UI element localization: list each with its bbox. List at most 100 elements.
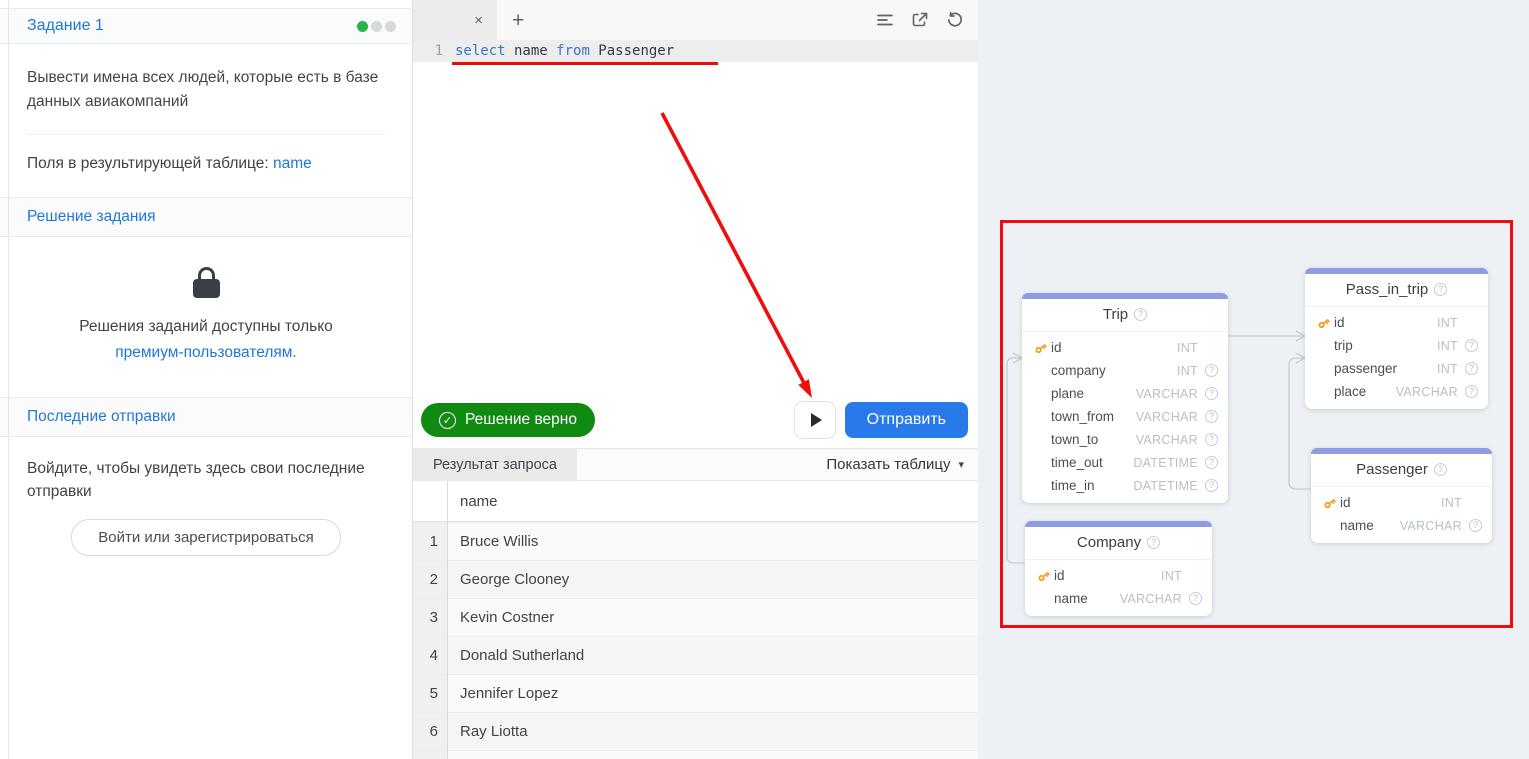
primary-key-icon <box>1319 496 1340 510</box>
table-row: 2 George Clooney <box>413 560 978 598</box>
table-row: 4 Donald Sutherland <box>413 636 978 674</box>
field-row: name VARCHAR ? <box>1025 587 1212 610</box>
field-help-icon[interactable]: ? <box>1469 519 1482 532</box>
table-help-icon[interactable]: ? <box>1434 463 1447 476</box>
close-tab-icon[interactable]: × <box>474 13 483 28</box>
row-number: 4 <box>413 637 447 674</box>
open-fullscreen-icon[interactable] <box>911 11 929 29</box>
row-number: 3 <box>413 599 447 636</box>
table-row: 6 Ray Liotta <box>413 712 978 750</box>
progress-dot-icon <box>371 21 382 32</box>
lock-icon <box>20 267 392 298</box>
table-help-icon[interactable]: ? <box>1147 536 1160 549</box>
show-table-dropdown[interactable]: Показать таблицу ▾ <box>826 456 964 473</box>
table-row: 1 Bruce Willis <box>413 522 978 560</box>
task-progress-dots <box>357 21 396 32</box>
premium-text: Решения заданий доступны только <box>79 318 333 335</box>
column-header-name: name <box>447 493 498 510</box>
table-title-passenger[interactable]: Passenger ? <box>1311 454 1492 487</box>
table-title-company[interactable]: Company ? <box>1025 527 1212 560</box>
field-row: time_in DATETIME ? <box>1022 474 1228 497</box>
field-row: company INT ? <box>1022 359 1228 382</box>
solution-correct-label: Решение верно <box>465 411 577 429</box>
table-title-pass-in-trip[interactable]: Pass_in_trip ? <box>1305 274 1488 307</box>
field-help-icon[interactable]: ? <box>1205 387 1218 400</box>
field-row: id INT <box>1025 564 1212 587</box>
task-header: Задание 1 <box>0 8 412 44</box>
login-hint: Войдите, чтобы увидеть здесь свои послед… <box>27 460 365 500</box>
format-code-icon[interactable] <box>876 11 894 29</box>
table-help-icon[interactable]: ? <box>1434 283 1447 296</box>
check-circle-icon: ✓ <box>439 412 456 429</box>
last-submissions-section-header: Последние отправки <box>0 397 412 437</box>
solution-section-header: Решение задания <box>0 197 412 237</box>
schema-panel[interactable]: Trip ? id INT company INT ? plane VARCHA… <box>978 0 1529 759</box>
field-row: name VARCHAR ? <box>1311 514 1492 537</box>
schema-table-pass-in-trip[interactable]: Pass_in_trip ? id INT trip INT ? passeng… <box>1305 268 1488 409</box>
login-block: Войдите, чтобы увидеть здесь свои послед… <box>0 437 412 577</box>
row-number: 6 <box>413 713 447 750</box>
chevron-down-icon: ▾ <box>958 458 964 471</box>
row-value: Donald Sutherland <box>447 637 584 674</box>
field-help-icon[interactable]: ? <box>1465 339 1478 352</box>
result-fields-row: Поля в результирующей таблице: name <box>0 135 412 197</box>
schema-table-company[interactable]: Company ? id INT name VARCHAR ? <box>1025 521 1212 616</box>
field-help-icon[interactable]: ? <box>1205 479 1218 492</box>
task-title: Задание 1 <box>27 17 104 35</box>
play-icon <box>811 413 822 427</box>
row-value: Bruce Willis <box>447 523 538 560</box>
schema-table-trip[interactable]: Trip ? id INT company INT ? plane VARCHA… <box>1022 293 1228 503</box>
results-table: name 1 Bruce Willis 2 George Clooney 3 K… <box>413 481 978 759</box>
result-field-link[interactable]: name <box>273 155 312 172</box>
login-button[interactable]: Войти или зарегистрироваться <box>71 519 340 556</box>
editor-actions: ✓ Решение верно Отправить <box>421 401 968 439</box>
editor-panel: × + 1 select name <box>413 0 978 759</box>
field-help-icon[interactable]: ? <box>1465 385 1478 398</box>
row-number: 2 <box>413 561 447 598</box>
field-help-icon[interactable]: ? <box>1465 362 1478 375</box>
annotation-underline <box>452 62 718 65</box>
sql-editor[interactable]: 1 select name from Passenger ✓ Решение в… <box>413 40 978 448</box>
new-tab-icon[interactable]: + <box>512 10 524 31</box>
results-tab[interactable]: Результат запроса <box>413 448 577 481</box>
premium-block: Решения заданий доступны только премиум-… <box>0 237 412 397</box>
task-sidebar: Задание 1 Вывести имена всех людей, кото… <box>0 0 413 759</box>
field-row: place VARCHAR ? <box>1305 380 1488 403</box>
field-row: town_to VARCHAR ? <box>1022 428 1228 451</box>
table-help-icon[interactable]: ? <box>1134 308 1147 321</box>
field-row: id INT <box>1311 491 1492 514</box>
field-row: trip INT ? <box>1305 334 1488 357</box>
field-help-icon[interactable]: ? <box>1205 364 1218 377</box>
field-help-icon[interactable]: ? <box>1189 592 1202 605</box>
row-number: 5 <box>413 675 447 712</box>
query-tab[interactable]: × <box>413 0 497 40</box>
row-value: George Clooney <box>447 561 569 598</box>
table-title-trip[interactable]: Trip ? <box>1022 299 1228 332</box>
field-help-icon[interactable]: ? <box>1205 433 1218 446</box>
schema-table-passenger[interactable]: Passenger ? id INT name VARCHAR ? <box>1311 448 1492 543</box>
submit-button[interactable]: Отправить <box>845 402 968 438</box>
field-help-icon[interactable]: ? <box>1205 410 1218 423</box>
field-row: id INT <box>1022 336 1228 359</box>
premium-link[interactable]: премиум-пользователям. <box>115 344 296 361</box>
progress-dot-done-icon <box>357 21 368 32</box>
row-value: Jennifer Lopez <box>447 675 558 712</box>
reset-query-icon[interactable] <box>946 11 964 29</box>
sql-code[interactable]: select name from Passenger <box>443 43 674 59</box>
run-query-button[interactable] <box>794 401 836 439</box>
progress-dot-icon <box>385 21 396 32</box>
row-value: Ray Liotta <box>447 713 528 750</box>
editor-tabbar: × + <box>413 0 978 40</box>
table-row-partial <box>413 750 978 759</box>
result-fields-label: Поля в результирующей таблице: <box>27 155 269 172</box>
table-row: 3 Kevin Costner <box>413 598 978 636</box>
primary-key-icon <box>1313 316 1334 330</box>
annotation-arrow <box>413 40 978 450</box>
field-help-icon[interactable]: ? <box>1205 456 1218 469</box>
field-row: id INT <box>1305 311 1488 334</box>
row-number: 1 <box>413 523 447 560</box>
code-line-1[interactable]: 1 select name from Passenger <box>413 40 978 62</box>
field-row: plane VARCHAR ? <box>1022 382 1228 405</box>
primary-key-icon <box>1030 341 1051 355</box>
results-header: Результат запроса Показать таблицу ▾ <box>413 448 978 481</box>
